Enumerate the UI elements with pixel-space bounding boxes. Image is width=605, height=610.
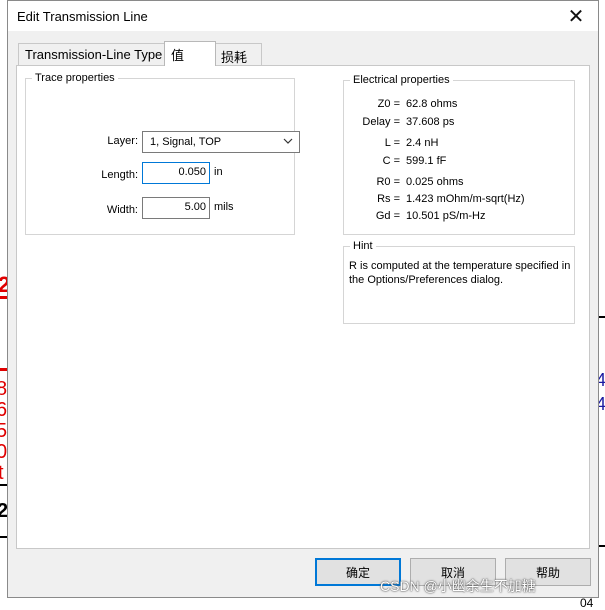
property-key: Gd = bbox=[375, 210, 400, 222]
property-key: Z0 = bbox=[377, 98, 400, 110]
tab-transmission-line-type[interactable]: Transmission-Line Type bbox=[18, 43, 166, 65]
group-title: Hint bbox=[350, 240, 376, 252]
hint-text: R is computed at the temperature specifi… bbox=[349, 260, 571, 286]
schematic-wire bbox=[0, 536, 7, 538]
property-value: 0.025 ohms bbox=[406, 176, 464, 188]
property-key: L = bbox=[384, 137, 400, 149]
width-label: Width: bbox=[106, 204, 138, 216]
close-button[interactable]: ✕ bbox=[554, 1, 598, 31]
tab-panel-values: Trace properties Layer: 1, Signal, TOP L… bbox=[16, 65, 590, 549]
property-value: 1.423 mOhm/m-sqrt(Hz) bbox=[406, 193, 525, 205]
property-value: 62.8 ohms bbox=[406, 98, 458, 110]
close-icon: ✕ bbox=[567, 5, 585, 28]
electrical-properties-group: Electrical properties Z0 = 62.8 ohms Del… bbox=[343, 74, 575, 235]
length-label: Length: bbox=[101, 169, 138, 181]
width-unit: mils bbox=[214, 201, 234, 213]
schematic-wire bbox=[599, 316, 605, 318]
length-input[interactable]: 0.050 bbox=[142, 162, 210, 184]
schematic-text: 04 bbox=[580, 596, 594, 610]
width-input[interactable]: 5.00 bbox=[142, 197, 210, 219]
trace-properties-group: Trace properties Layer: 1, Signal, TOP L… bbox=[25, 72, 300, 235]
layer-label: Layer: bbox=[107, 135, 138, 147]
property-key: C = bbox=[382, 155, 400, 167]
group-title: Trace properties bbox=[32, 72, 118, 84]
layer-select[interactable]: 1, Signal, TOP bbox=[142, 131, 300, 153]
schematic-text: t bbox=[0, 462, 4, 484]
schematic-wire bbox=[0, 296, 7, 299]
property-value: 2.4 nH bbox=[406, 137, 439, 149]
property-value: 37.608 ps bbox=[406, 116, 455, 128]
property-key: Delay = bbox=[362, 116, 400, 128]
property-value: 599.1 fF bbox=[406, 155, 447, 167]
schematic-wire bbox=[0, 484, 7, 486]
edit-transmission-line-dialog: Edit Transmission Line ✕ Transmission-Li… bbox=[7, 0, 599, 598]
tab-loss[interactable]: 损耗 bbox=[214, 43, 262, 65]
hint-group: Hint R is computed at the temperature sp… bbox=[343, 240, 575, 324]
title-bar[interactable]: Edit Transmission Line ✕ bbox=[8, 1, 598, 31]
layer-value: 1, Signal, TOP bbox=[150, 136, 222, 148]
group-title: Electrical properties bbox=[350, 74, 453, 86]
property-key: R0 = bbox=[376, 176, 400, 188]
chevron-down-icon bbox=[283, 135, 293, 150]
csdn-watermark: CSDN @小幽余生不加糖 bbox=[380, 578, 536, 594]
schematic-wire bbox=[0, 368, 7, 371]
dialog-title: Edit Transmission Line bbox=[17, 9, 148, 24]
property-key: Rs = bbox=[377, 193, 400, 205]
schematic-wire bbox=[599, 545, 605, 547]
property-value: 10.501 pS/m-Hz bbox=[406, 210, 486, 222]
tab-values[interactable]: 值 bbox=[164, 41, 216, 66]
length-unit: in bbox=[214, 166, 223, 178]
